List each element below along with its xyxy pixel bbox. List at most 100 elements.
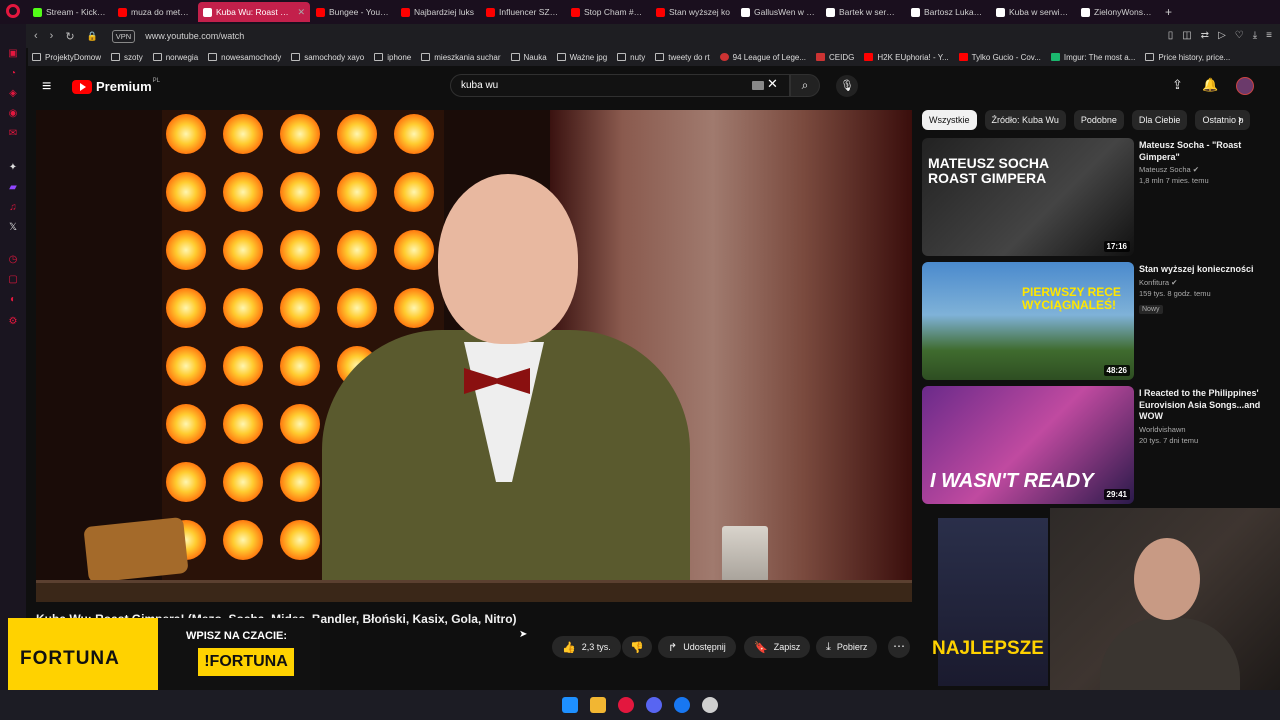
windows-start-icon[interactable] (562, 697, 578, 713)
forward-icon[interactable]: › (50, 30, 54, 42)
sidebar-home-icon[interactable]: ▣ (7, 48, 19, 60)
url-field[interactable]: www.youtube.com/watch (145, 31, 244, 41)
save-button[interactable]: 🔖 Zapisz (744, 636, 811, 658)
bookmark-item[interactable]: samochody xayo (291, 53, 364, 62)
translate-icon[interactable]: ⇄ (1201, 30, 1209, 41)
browser-tab[interactable]: GallusWen w se (736, 2, 820, 22)
browser-tab[interactable]: Stream - Kick Da (28, 2, 112, 22)
voice-search-button[interactable]: 🎙 (836, 75, 858, 97)
bookmark-item[interactable]: mieszkania suchar (421, 53, 501, 62)
browser-tab[interactable]: Kuba w serwisie (991, 2, 1075, 22)
sidebar-settings-icon[interactable]: ⚙ (7, 316, 19, 328)
browser-tab[interactable]: Stan wyższej ko (651, 2, 735, 22)
opera-taskbar-icon[interactable] (618, 697, 634, 713)
sidebar-mail-icon[interactable]: ✉ (7, 128, 19, 140)
channel-name[interactable]: Worldvishawn (1139, 425, 1261, 434)
recommended-video[interactable]: MATEUSZ SOCHA ROAST GIMPERA 17:16 Mateus… (922, 138, 1262, 256)
sidebar-shop-icon[interactable]: ◈ (7, 88, 19, 100)
clear-search-icon[interactable]: ✕ (767, 76, 778, 92)
discord-icon[interactable] (646, 697, 662, 713)
chip-all[interactable]: Wszystkie (922, 110, 977, 130)
search-button[interactable]: ⌕ (790, 74, 820, 97)
like-button[interactable]: 👍 2,3 tys. (552, 636, 621, 658)
bookmark-item[interactable]: Price history, price... (1145, 53, 1230, 62)
heart-icon[interactable]: ♡ (1235, 30, 1244, 41)
download-icon[interactable]: ⤓ (1253, 30, 1257, 41)
browser-tab[interactable]: muza do metka t (113, 2, 197, 22)
bookmark-item[interactable]: nowesamochody (208, 53, 281, 62)
bookmark-item[interactable]: nuty (617, 53, 645, 62)
file-explorer-icon[interactable] (590, 697, 606, 713)
browser-tab[interactable]: Bartosz Lukas H (906, 2, 990, 22)
bookmark-item[interactable]: iphone (374, 53, 411, 62)
sidebar-music-icon[interactable]: ♫ (7, 202, 19, 214)
back-icon[interactable]: ‹ (34, 30, 38, 42)
video-thumbnail[interactable]: PIERWSZY RECE WYCIĄGNALEŚ! 48:26 (922, 262, 1134, 380)
youtube-premium-logo[interactable]: Premium PL (72, 78, 160, 94)
bookmark-item[interactable]: ProjektyDomow (32, 53, 101, 62)
sidebar-twitch-icon[interactable]: ▰ (7, 182, 19, 194)
notifications-bell-icon[interactable]: 🔔 (1202, 77, 1218, 93)
avatar[interactable] (1236, 77, 1254, 95)
channel-name[interactable]: Konfitura ✔ (1139, 278, 1261, 287)
sidebar-chatgpt-icon[interactable]: ✦ (7, 162, 19, 174)
sidebar-clock-icon[interactable]: ◷ (7, 254, 19, 266)
bookmark-item[interactable]: szoty (111, 53, 143, 62)
bookmark-item[interactable]: CEIDG (816, 53, 854, 62)
sidebar-history-icon[interactable]: ◔ (7, 68, 19, 80)
browser-tab[interactable]: Influencer SZYM (481, 2, 565, 22)
chevron-right-icon[interactable]: › (1238, 112, 1242, 126)
sidebar-vpn-icon[interactable]: ◐ (7, 294, 19, 306)
channel-name[interactable]: Mateusz Socha ✔ (1139, 165, 1261, 174)
bookmark-item[interactable]: Imgur: The most a... (1050, 53, 1135, 62)
keyboard-icon[interactable] (752, 81, 764, 90)
video-title[interactable]: I Reacted to the Philippines' Eurovision… (1139, 388, 1261, 423)
sidebar-x-icon[interactable]: 𝕏 (7, 222, 19, 234)
bookmark-icon[interactable]: ▯ (1168, 30, 1174, 41)
more-actions-button[interactable]: ⋯ (888, 636, 910, 658)
sidebar-messenger-icon[interactable]: ◉ (7, 108, 19, 120)
bookmark-item[interactable]: 94 League of Lege... (719, 53, 806, 62)
chip-for-you[interactable]: Dla Ciebie (1131, 110, 1188, 130)
messenger-icon[interactable] (674, 697, 690, 713)
hamburger-menu-icon[interactable]: ≡ (42, 78, 51, 96)
browser-tab[interactable]: ZielonyWonsz w (1076, 2, 1160, 22)
recommended-video[interactable]: I WASN'T READY 29:41 I Reacted to the Ph… (922, 386, 1262, 504)
reload-icon[interactable]: ↻ (65, 30, 74, 43)
video-title[interactable]: Stan wyższej konieczności (1139, 264, 1261, 276)
play-icon[interactable]: ▷ (1218, 30, 1226, 41)
share-button[interactable]: ↱ Udostępnij (658, 636, 736, 658)
opera-logo-icon[interactable] (6, 4, 20, 18)
extension-icon[interactable]: ◫ (1182, 30, 1191, 41)
recommended-video[interactable]: PIERWSZY RECE WYCIĄGNALEŚ! 48:26 Stan wy… (922, 262, 1262, 380)
browser-tab-active[interactable]: Kuba Wu: Roast Gimpe✕ (198, 2, 310, 22)
download-button[interactable]: ⤓ Pobierz (816, 636, 878, 658)
search-input[interactable]: kuba wu (450, 74, 790, 97)
chip-related[interactable]: Podobne (1073, 110, 1124, 130)
browser-tab[interactable]: Bungee - YouTub (311, 2, 395, 22)
bookmark-item[interactable]: Nauka (510, 53, 547, 62)
bookmark-item[interactable]: Ważne jpg (556, 53, 607, 62)
chip-recent[interactable]: Ostatnio p (1195, 110, 1251, 130)
browser-tab[interactable]: Najbardziej luks (396, 2, 480, 22)
upload-icon[interactable]: ⇪ (1172, 77, 1183, 93)
sidebar-box-icon[interactable]: ▢ (7, 274, 19, 286)
video-thumbnail[interactable]: I WASN'T READY 29:41 (922, 386, 1134, 504)
chip-source[interactable]: Źródło: Kuba Wu (984, 110, 1066, 130)
browser-tab[interactable]: Bartek w serwisi (821, 2, 905, 22)
bookmark-item[interactable]: tweety do rt (655, 53, 710, 62)
dislike-button[interactable]: 👎 (622, 636, 652, 658)
bookmark-item[interactable]: H2K EUphoria! - Y... (864, 53, 949, 62)
close-tab-icon[interactable]: ✕ (297, 7, 305, 18)
bookmark-item[interactable]: Tylko Gucio - Cov... (958, 53, 1041, 62)
video-player[interactable] (36, 110, 912, 602)
video-thumbnail[interactable]: MATEUSZ SOCHA ROAST GIMPERA 17:16 (922, 138, 1134, 256)
browser-tab[interactable]: Stop Cham #150 (566, 2, 650, 22)
recommended-video-thumbnail[interactable] (938, 518, 1048, 686)
vpn-badge[interactable]: VPN (111, 29, 136, 43)
video-title[interactable]: Mateusz Socha - "Roast Gimpera" (1139, 140, 1261, 163)
obs-icon[interactable] (702, 697, 718, 713)
bookmark-item[interactable]: norwegia (152, 53, 198, 62)
new-tab-icon[interactable]: + (1165, 5, 1172, 19)
menu-icon[interactable]: ≡ (1266, 30, 1272, 41)
